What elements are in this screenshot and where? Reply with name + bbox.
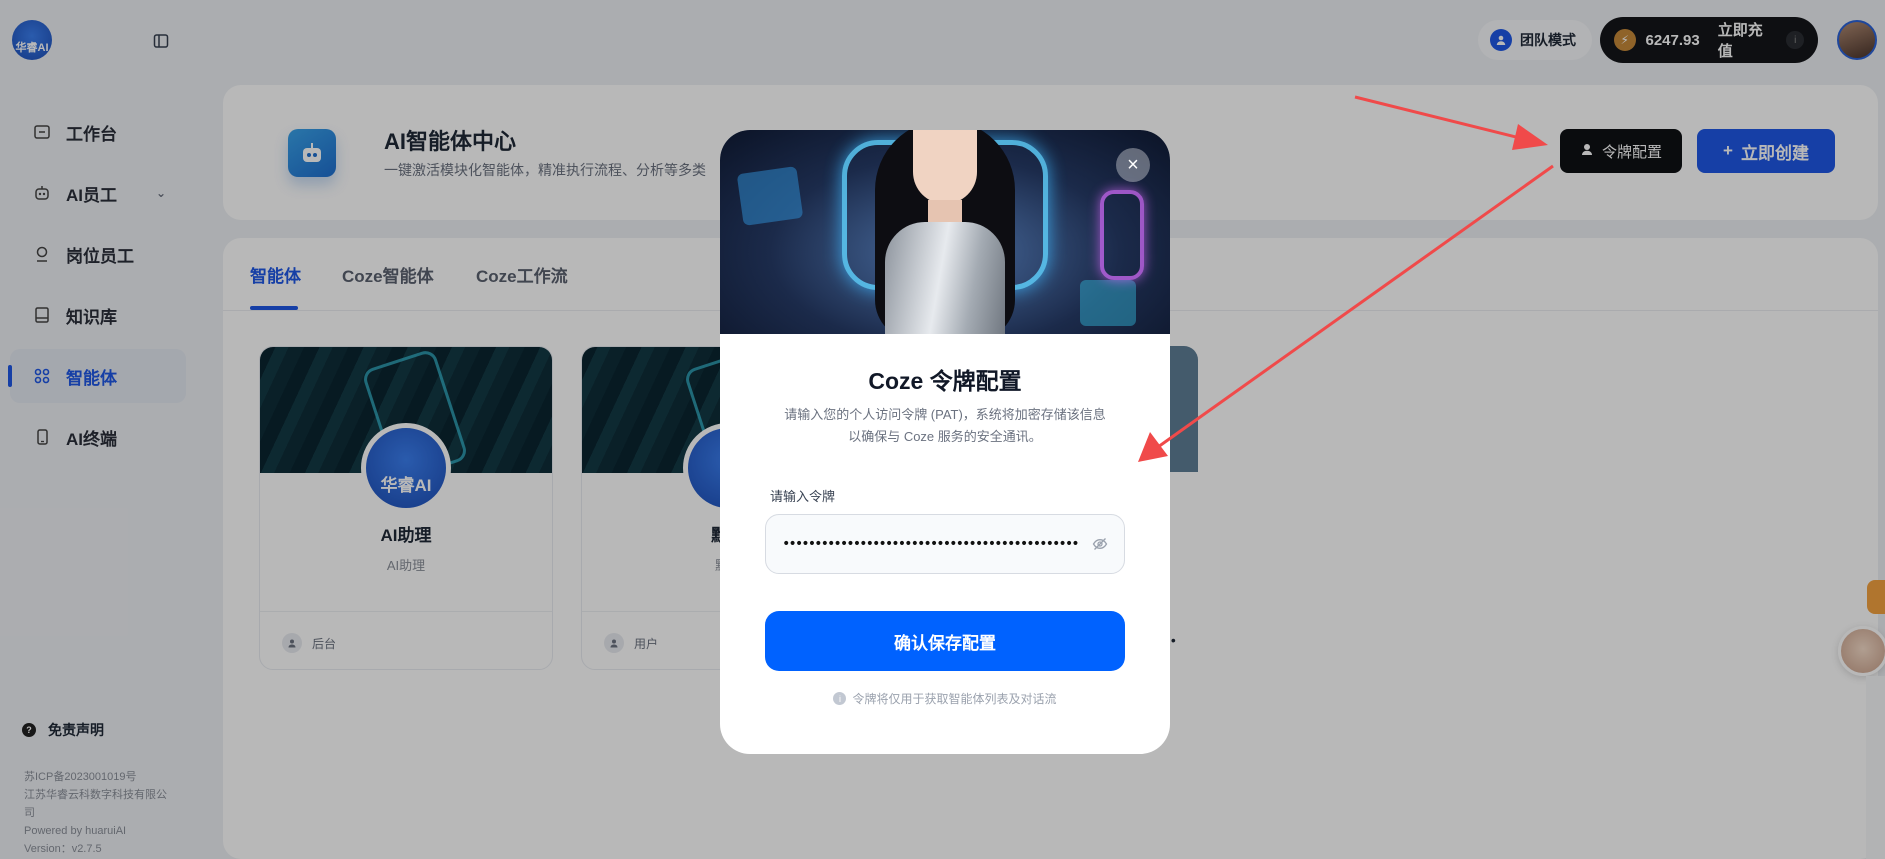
modal-hint: i 令牌将仅用于获取智能体列表及对话流 [720,690,1170,707]
decor-neon-frame [1100,190,1144,280]
figure-face [913,130,977,204]
modal-desc-line: 以确保与 Coze 服务的安全通讯。 [848,429,1042,444]
decor-screen [736,166,804,226]
modal-description: 请输入您的个人访问令牌 (PAT)，系统将加密存储该信息 以确保与 Coze 服… [760,404,1130,448]
token-input[interactable] [765,514,1125,574]
modal-hint-text: 令牌将仅用于获取智能体列表及对话流 [852,692,1057,706]
save-config-button[interactable]: 确认保存配置 [765,611,1125,671]
info-icon: i [833,692,847,705]
close-icon[interactable]: × [1116,148,1150,182]
eye-off-icon[interactable] [1090,534,1110,554]
decor-screen [1080,280,1136,326]
token-config-modal: Coze 令牌配置 请输入您的个人访问令牌 (PAT)，系统将加密存储该信息 以… [720,130,1170,754]
modal-hero-image [720,130,1170,334]
modal-desc-line: 请输入您的个人访问令牌 (PAT)，系统将加密存储该信息 [784,407,1106,422]
modal-title: Coze 令牌配置 [868,368,1022,394]
token-field-label: 请输入令牌 [770,489,836,504]
figure-body [885,222,1005,334]
